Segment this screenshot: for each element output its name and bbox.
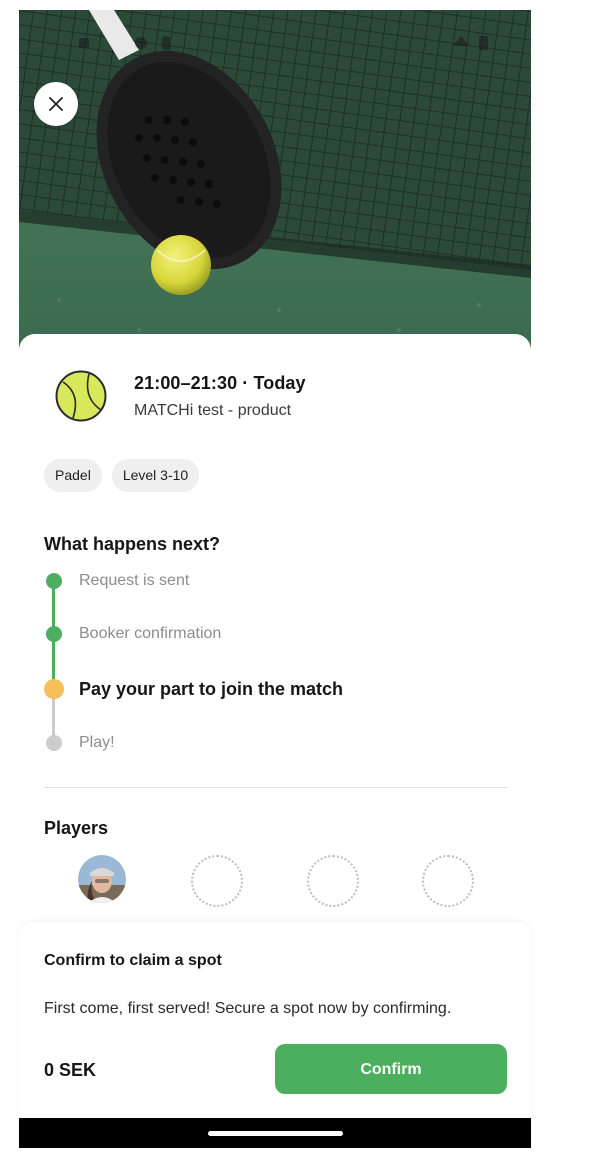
tennis-ball-icon xyxy=(55,370,107,422)
venue-name: MATCHi test - product xyxy=(134,401,292,419)
confirm-description: First come, first served! Secure a spot … xyxy=(44,1000,452,1017)
empty-player-slot[interactable] xyxy=(422,855,474,907)
step-label: Request is sent xyxy=(79,572,190,589)
step-label: Pay your part to join the match xyxy=(79,678,344,699)
player-avatar[interactable] xyxy=(78,855,126,903)
step-request-sent: Request is sent xyxy=(44,572,189,590)
match-header-text: 21:00–21:30 · Today MATCHi test - produc… xyxy=(134,373,306,420)
step-label: Booker confirmation xyxy=(79,625,222,642)
match-detail-screen: 21:00–21:30 · Today MATCHi test - produc… xyxy=(0,0,592,1162)
home-indicator[interactable] xyxy=(208,1131,343,1136)
hero-image xyxy=(19,10,531,355)
confirm-title: Confirm to claim a spot xyxy=(44,952,222,969)
status-bar xyxy=(79,36,488,50)
step-done-dot xyxy=(46,626,62,642)
empty-player-slot[interactable] xyxy=(191,855,243,907)
match-tags: Padel Level 3-10 xyxy=(44,459,200,492)
close-icon xyxy=(49,97,63,111)
match-time: 21:00–21:30 · Today xyxy=(134,372,306,393)
step-pay-part: Pay your part to join the match xyxy=(44,678,343,700)
step-current-dot xyxy=(44,679,64,699)
step-play: Play! xyxy=(44,734,115,752)
divider xyxy=(44,787,507,788)
empty-player-slot[interactable] xyxy=(307,855,359,907)
avatar xyxy=(78,855,126,903)
players-row xyxy=(78,855,498,907)
bottom-bar xyxy=(19,1118,531,1148)
step-done-dot xyxy=(46,573,62,589)
close-button[interactable] xyxy=(34,82,78,126)
tag-level: Level 3-10 xyxy=(111,459,200,492)
confirm-panel: Confirm to claim a spot First come, firs… xyxy=(19,922,531,1118)
step-label: Play! xyxy=(79,734,115,751)
next-steps-title: What happens next? xyxy=(44,534,221,554)
match-info-sheet: 21:00–21:30 · Today MATCHi test - produc… xyxy=(19,334,531,954)
step-booker-confirmation: Booker confirmation xyxy=(44,625,221,643)
price-label: 0 SEK xyxy=(44,1060,97,1080)
confirm-button[interactable]: Confirm xyxy=(275,1044,507,1094)
tag-sport: Padel xyxy=(44,459,102,492)
progress-steps: Request is sent Booker confirmation Pay … xyxy=(44,572,504,762)
step-pending-dot xyxy=(46,735,62,751)
players-title: Players xyxy=(44,818,109,838)
match-header: 21:00–21:30 · Today MATCHi test - produc… xyxy=(55,370,306,422)
